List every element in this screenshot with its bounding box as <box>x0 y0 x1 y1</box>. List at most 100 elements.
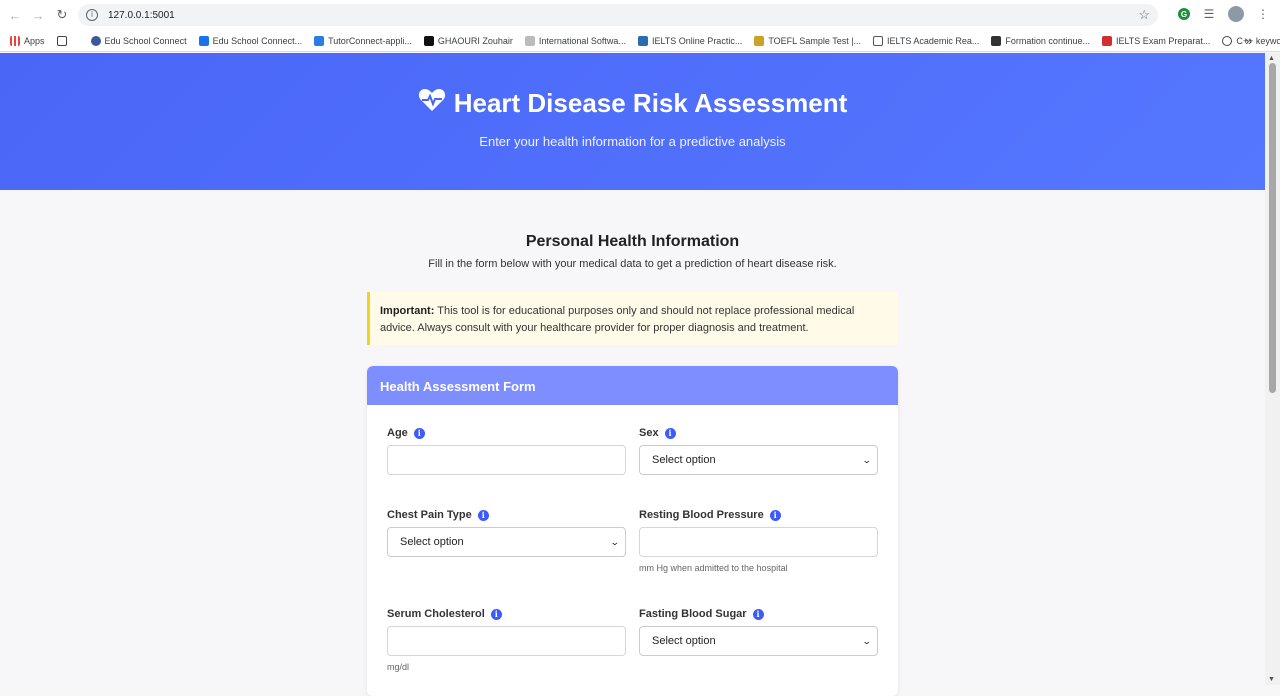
bookmark-item[interactable]: IELTS Exam Preparat... <box>1101 35 1211 46</box>
bookmark-item[interactable]: TOEFL Sample Test |... <box>754 35 862 46</box>
site-icon <box>991 35 1002 46</box>
globe-icon <box>90 35 101 46</box>
hero-banner: Heart Disease Risk Assessment Enter your… <box>0 53 1265 190</box>
section-subtitle: Fill in the form below with your medical… <box>428 258 837 270</box>
scrollbar-thumb[interactable] <box>1269 63 1276 393</box>
bookmark-label: IELTS Academic Rea... <box>887 35 980 46</box>
address-bar[interactable]: i 127.0.0.1:5001 ☆ <box>78 4 1158 26</box>
grammarly-icon[interactable]: G <box>1178 8 1190 20</box>
cholesterol-label-row: Serum Cholesterol i <box>387 608 626 620</box>
scroll-up-icon[interactable]: ▲ <box>1268 55 1275 62</box>
bookmark-label: IELTS Exam Preparat... <box>1115 35 1211 46</box>
site-info-icon[interactable]: i <box>86 9 98 21</box>
browser-toolbar: ← → ↻ i 127.0.0.1:5001 ☆ G ☰ ⋮ <box>0 0 1280 30</box>
info-icon[interactable]: i <box>752 608 764 620</box>
bookmark-item[interactable]: International Softwa... <box>524 35 626 46</box>
back-icon[interactable]: ← <box>3 3 27 27</box>
info-icon[interactable]: i <box>490 608 502 620</box>
important-notice: Important: This tool is for educational … <box>367 292 898 345</box>
info-icon[interactable]: i <box>413 427 425 439</box>
fasting-sugar-label: Fasting Blood Sugar <box>639 608 747 620</box>
bookmark-label: C++ keywords - cp... <box>1236 35 1280 46</box>
page-title-row: Heart Disease Risk Assessment <box>418 88 847 119</box>
site-icon <box>198 35 209 46</box>
chest-pain-label-row: Chest Pain Type i <box>387 509 626 521</box>
resting-bp-input[interactable] <box>639 527 878 557</box>
site-icon <box>423 35 434 46</box>
chevron-down-icon: ⌄ <box>862 454 873 465</box>
bookmark-label: TutorConnect-appli... <box>328 35 412 46</box>
bookmark-item[interactable]: Edu School Connect... <box>198 35 303 46</box>
apps-grid-icon <box>10 35 20 46</box>
bookmark-grid[interactable] <box>56 35 67 46</box>
notice-strong: Important: <box>380 305 435 317</box>
scroll-down-icon[interactable]: ▼ <box>1268 676 1275 683</box>
chevron-down-icon: ⌄ <box>862 635 873 646</box>
notice-text: This tool is for educational purposes on… <box>380 305 855 334</box>
cholesterol-field: Serum Cholesterol i mg/dl <box>387 608 626 672</box>
age-field: Age i <box>387 427 626 475</box>
reload-icon[interactable]: ↻ <box>50 3 74 27</box>
url-text: 127.0.0.1:5001 <box>108 9 175 21</box>
forward-icon[interactable]: → <box>26 3 50 27</box>
bookmark-label: Edu School Connect <box>104 35 187 46</box>
cholesterol-label: Serum Cholesterol <box>387 608 485 620</box>
resting-bp-label: Resting Blood Pressure <box>639 509 764 521</box>
bookmark-item[interactable]: GHAOURI Zouhair <box>423 35 513 46</box>
bookmark-label: Formation continue... <box>1005 35 1090 46</box>
fasting-sugar-select-value: Select option <box>652 635 716 647</box>
section-title: Personal Health Information <box>525 233 740 250</box>
extensions-icon[interactable]: ☰ <box>1202 7 1216 21</box>
site-icon <box>637 35 648 46</box>
bookmark-label: TOEFL Sample Test |... <box>768 35 862 46</box>
fasting-sugar-field: Fasting Blood Sugar i Select option ⌄ <box>639 608 878 656</box>
fasting-sugar-label-row: Fasting Blood Sugar i <box>639 608 878 620</box>
info-icon[interactable]: i <box>664 427 676 439</box>
bookmark-item[interactable]: IELTS Online Practic... <box>637 35 743 46</box>
heartbeat-icon <box>418 88 446 119</box>
check-icon <box>873 35 884 46</box>
bookmark-item[interactable]: Formation continue... <box>991 35 1090 46</box>
form-title: Health Assessment Form <box>367 366 898 405</box>
sex-label: Sex <box>639 427 659 439</box>
sex-select-value: Select option <box>652 454 716 466</box>
bookmark-label: Apps <box>24 35 45 46</box>
bookmark-item[interactable]: IELTS Academic Rea... <box>873 35 980 46</box>
menu-icon[interactable]: ⋮ <box>1256 7 1270 21</box>
bookmark-label: GHAOURI Zouhair <box>437 35 513 46</box>
sex-select[interactable]: Select option ⌄ <box>639 445 878 475</box>
fasting-sugar-select[interactable]: Select option ⌄ <box>639 626 878 656</box>
info-icon[interactable]: i <box>769 509 781 521</box>
resting-bp-hint: mm Hg when admitted to the hospital <box>639 563 788 573</box>
chest-pain-field: Chest Pain Type i Select option ⌄ <box>387 509 626 557</box>
grid-icon <box>56 35 67 46</box>
bookmark-label: International Softwa... <box>538 35 626 46</box>
cholesterol-input[interactable] <box>387 626 626 656</box>
sex-field: Sex i Select option ⌄ <box>639 427 878 475</box>
resting-bp-field: Resting Blood Pressure i mm Hg when admi… <box>639 509 878 573</box>
resting-bp-label-row: Resting Blood Pressure i <box>639 509 878 521</box>
info-icon[interactable]: i <box>477 509 489 521</box>
chest-pain-label: Chest Pain Type <box>387 509 472 521</box>
bookmark-item[interactable]: Edu School Connect <box>90 35 187 46</box>
site-icon <box>1222 35 1233 46</box>
site-icon <box>524 35 535 46</box>
chest-pain-select[interactable]: Select option ⌄ <box>387 527 626 557</box>
profile-avatar[interactable] <box>1228 6 1244 22</box>
age-input[interactable] <box>387 445 626 475</box>
bookmarks-overflow-icon[interactable]: » <box>1245 34 1252 48</box>
bookmark-label: Edu School Connect... <box>212 35 303 46</box>
bookmarks-bar: Apps Edu School Connect Edu School Conne… <box>0 30 1280 52</box>
cholesterol-hint: mg/dl <box>387 662 410 672</box>
bookmark-star-icon[interactable]: ☆ <box>1138 7 1150 23</box>
chevron-down-icon: ⌄ <box>610 536 621 547</box>
bookmark-label: IELTS Online Practic... <box>651 35 743 46</box>
bookmark-apps[interactable]: Apps <box>10 35 45 46</box>
page-scrollbar[interactable]: ▲ ▼ <box>1265 53 1280 685</box>
site-icon <box>1101 35 1112 46</box>
health-assessment-card: Health Assessment Form Age i Sex i Selec… <box>367 366 898 696</box>
page-subtitle: Enter your health information for a pred… <box>479 134 786 149</box>
sex-label-row: Sex i <box>639 427 878 439</box>
extensions-area: G ☰ ⋮ <box>1178 6 1270 22</box>
bookmark-item[interactable]: TutorConnect-appli... <box>314 35 412 46</box>
